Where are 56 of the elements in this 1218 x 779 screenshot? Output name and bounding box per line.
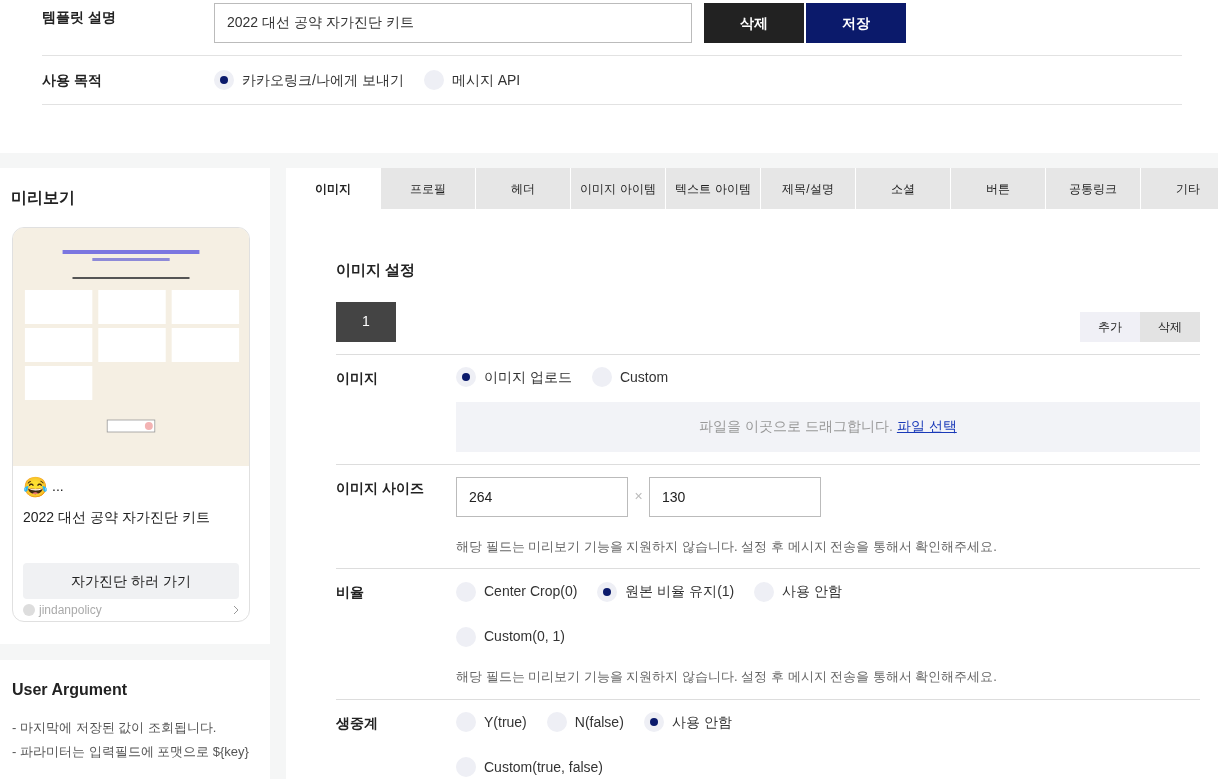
card-title: 2022 대선 공약 자가진단 키트 bbox=[23, 508, 211, 527]
help-text: - 파라미터는 입력필드에 포맷으로 ${key} bbox=[12, 743, 250, 761]
channel-name: jindanpolicy bbox=[39, 602, 102, 619]
field-label: 사용 목적 bbox=[42, 70, 103, 90]
drop-zone[interactable]: 파일을 이곳으로 드래그합니다. 파일 선택 bbox=[456, 401, 1200, 452]
tab[interactable]: 공통링크 bbox=[1046, 168, 1141, 209]
radio-option[interactable]: 이미지 업로드 bbox=[456, 366, 572, 388]
ellipsis: ... bbox=[52, 477, 64, 496]
tab[interactable]: 기타 bbox=[1141, 168, 1218, 209]
help-text: - 마지막에 저장된 값이 조회됩니다. bbox=[12, 719, 218, 737]
add-button[interactable]: 추가 bbox=[1080, 311, 1140, 342]
tab[interactable]: 프로필 bbox=[381, 168, 476, 209]
card-button[interactable]: 자가진단 하러 가기 bbox=[23, 563, 239, 599]
field-label: 생중계 bbox=[336, 713, 379, 733]
save-button[interactable]: 저장 bbox=[806, 3, 906, 43]
radio-option[interactable]: Center Crop(0) bbox=[456, 581, 578, 602]
emoji-icon: 😂 bbox=[23, 476, 48, 497]
tab[interactable]: 제목/설명 bbox=[761, 168, 856, 209]
field-label: 비율 bbox=[336, 583, 365, 602]
radio-button[interactable] bbox=[456, 367, 476, 387]
panel-title: User Argument bbox=[12, 680, 128, 700]
radio-option[interactable]: 메시지 API bbox=[423, 69, 521, 91]
panel-title: 미리보기 bbox=[11, 188, 76, 208]
chevron-right-icon[interactable] bbox=[233, 605, 239, 615]
radio-button[interactable] bbox=[214, 70, 234, 90]
input-field[interactable]: 2022 대선 공약 자가진단 키트 bbox=[214, 3, 692, 43]
radio-option[interactable]: 카카오링크/나에게 보내기 bbox=[214, 69, 404, 91]
width-field[interactable]: 264 bbox=[456, 476, 628, 517]
field-label: 이미지 bbox=[336, 368, 379, 388]
delete-button[interactable]: 삭제 bbox=[704, 3, 804, 43]
channel-icon bbox=[23, 604, 35, 616]
tab[interactable]: 헤더 bbox=[476, 168, 571, 209]
radio-option[interactable]: 원본 비율 유지(1) bbox=[597, 581, 735, 602]
field-label: 이미지 사이즈 bbox=[336, 478, 425, 498]
radio-option[interactable]: Custom bbox=[591, 366, 669, 388]
section-title: 이미지 설정 bbox=[336, 260, 417, 280]
radio-option[interactable]: 사용 안함 bbox=[754, 581, 843, 602]
times-sign: × bbox=[633, 487, 644, 506]
radio-button[interactable] bbox=[643, 712, 664, 732]
help-text: 해당 필드는 미리보기 기능을 지원하지 않습니다. 설정 후 메시지 전송을 통해서 확인해주세요. bbox=[456, 668, 998, 686]
help-text: 해당 필드는 미리보기 기능을 지원하지 않습니다. 설정 후 메시지 전송을 통해서 확인해주세요. bbox=[456, 537, 998, 556]
page-button[interactable]: 1 bbox=[336, 301, 396, 342]
radio-option[interactable]: Custom(true, false) bbox=[456, 756, 604, 778]
tab[interactable]: 소셜 bbox=[856, 168, 951, 209]
file-select-link[interactable]: 파일 선택 bbox=[896, 416, 957, 437]
tab[interactable]: 이미지 아이템 bbox=[571, 168, 666, 209]
height-field[interactable]: 130 bbox=[649, 476, 821, 517]
radio-button[interactable] bbox=[597, 581, 618, 602]
radio-option[interactable]: 사용 안함 bbox=[643, 711, 732, 733]
field-label: 템플릿 설명 bbox=[42, 8, 117, 27]
radio-option[interactable]: N(false) bbox=[546, 711, 624, 733]
radio-option[interactable]: Y(true) bbox=[456, 711, 527, 733]
radio-option[interactable]: Custom(0, 1) bbox=[456, 626, 565, 647]
tab[interactable]: 텍스트 아이템 bbox=[666, 168, 761, 209]
tab[interactable]: 버튼 bbox=[951, 168, 1046, 209]
delete-button[interactable]: 삭제 bbox=[1140, 311, 1200, 342]
